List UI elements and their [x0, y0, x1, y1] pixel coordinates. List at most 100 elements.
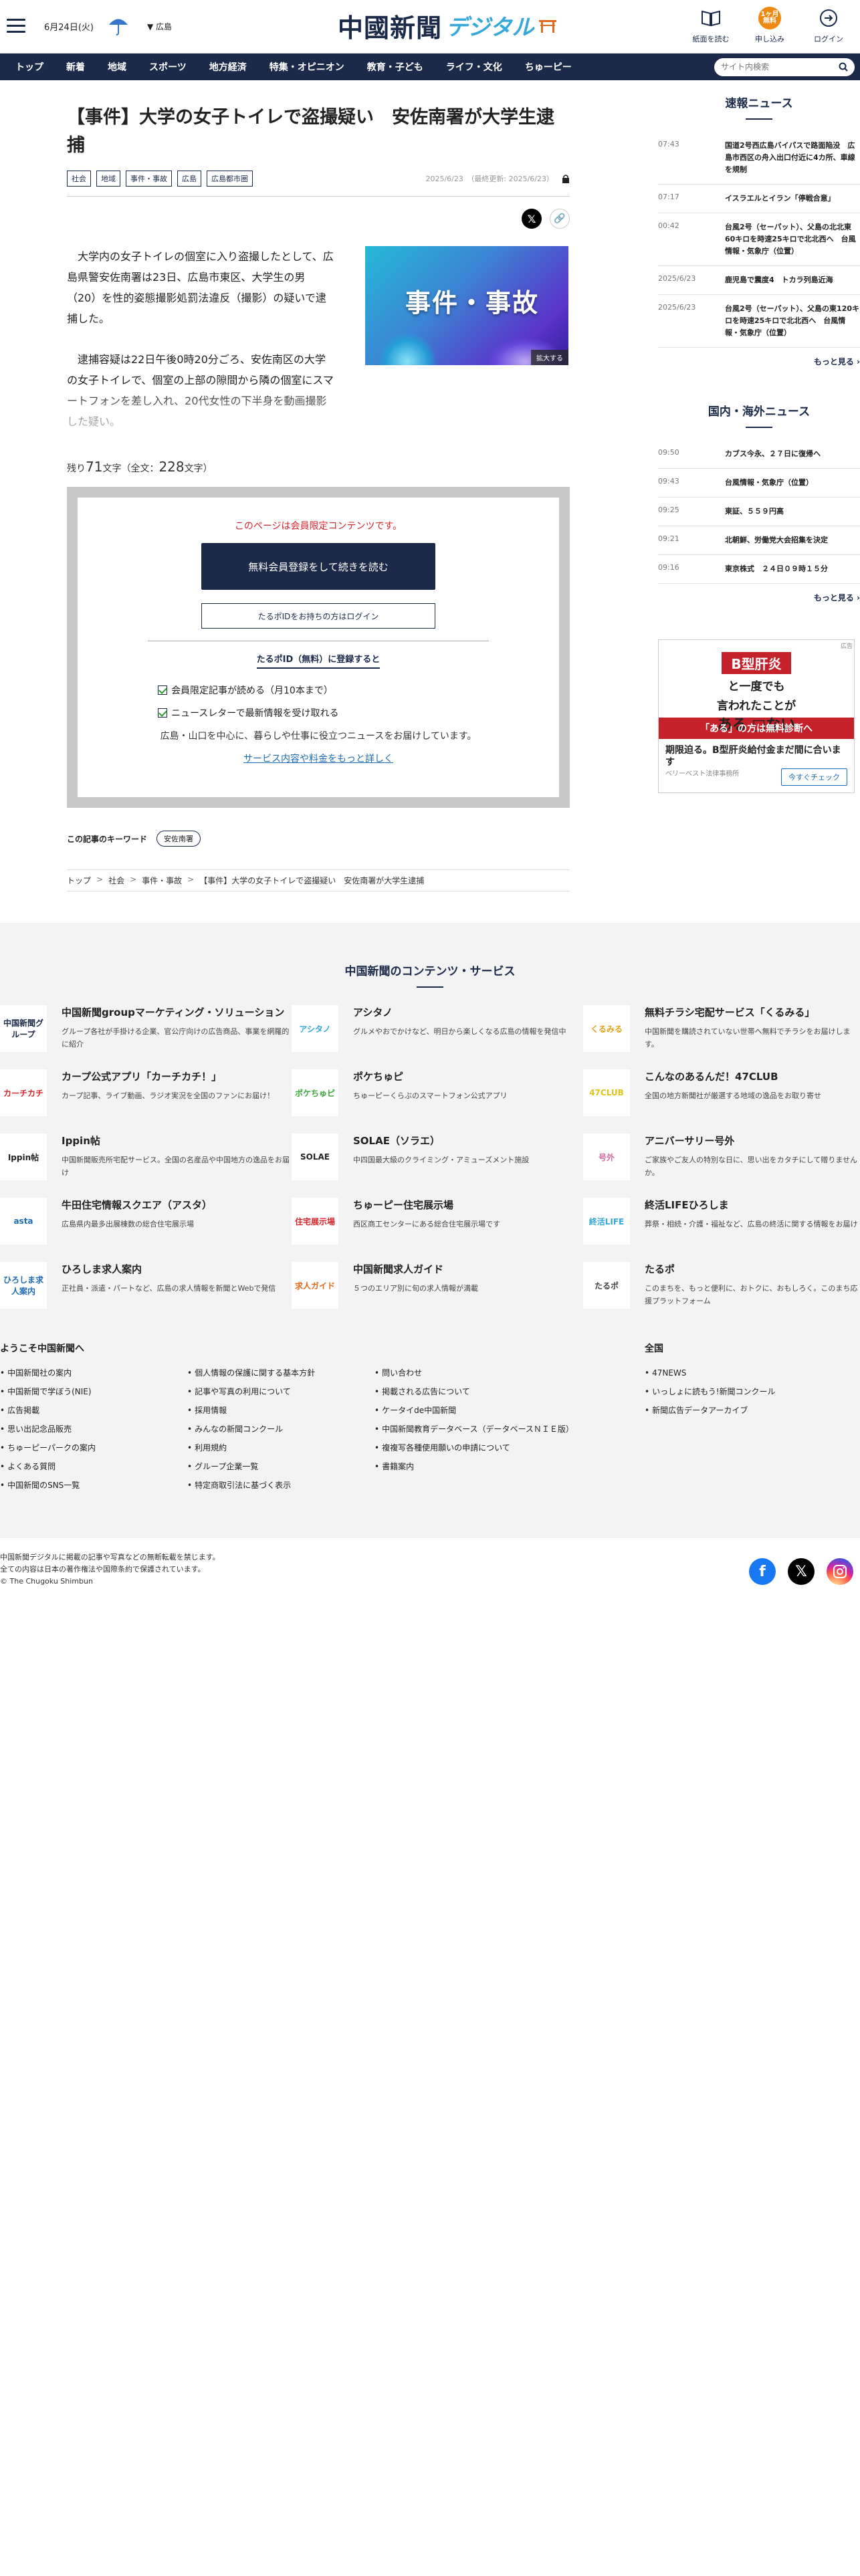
footer-link[interactable]: 利用規約	[187, 1438, 374, 1457]
service-item[interactable]: 住宅展示場 ちゅーピー住宅展示場 西区商工センターにある総合住宅展示場です	[292, 1198, 583, 1262]
service-item[interactable]: ポケちゅピ ポケちゅピ ちゅーピーくらぶのスマートフォン公式アプリ	[292, 1069, 583, 1134]
tag-item[interactable]: 事件・事故	[126, 171, 172, 187]
facebook-icon[interactable]: f	[749, 1558, 776, 1585]
instagram-icon[interactable]	[827, 1558, 853, 1585]
news-item[interactable]: 07:43 国道2号西広島バイパスで路面陥没 広島市西区の舟入出口付近に4カ所、車…	[658, 132, 860, 185]
footer-link[interactable]: 問い合わせ	[374, 1364, 645, 1382]
footer-link[interactable]: 複複写各種使用願いの申請について	[374, 1438, 645, 1457]
footer-link[interactable]: 中国新聞で学ぼう(NIE)	[0, 1382, 187, 1401]
news-item[interactable]: 09:25 東証、５５９円高	[658, 498, 860, 526]
footer-link[interactable]: グループ企業一覧	[187, 1457, 374, 1476]
footer-link[interactable]: みんなの新聞コンクール	[187, 1420, 374, 1438]
tag-item[interactable]: 社会	[67, 171, 91, 187]
location-selector[interactable]: ▼ 広島	[147, 21, 172, 32]
breadcrumb-item[interactable]: 社会	[108, 875, 124, 886]
service-item[interactable]: ひろしま求人案内 ひろしま求人案内 正社員・派遣・パートなど、広島の求人情報を新聞と…	[0, 1262, 292, 1326]
nav-chupy[interactable]: ちゅーピー	[514, 60, 583, 74]
ad-line: 言われたことが	[716, 700, 796, 713]
service-desc: このまちを、もっと便利に、おトクに、おもしろく。このまち応援プラットフォーム	[645, 1284, 858, 1305]
news-item[interactable]: 2025/6/23 台風2号（セーパット）、父島の東120キロを時速25キロで北北…	[658, 295, 860, 348]
nav-new[interactable]: 新着	[55, 60, 96, 74]
hamburger-menu-icon[interactable]	[7, 19, 25, 33]
world-more-link[interactable]: もっと見る ›	[658, 592, 860, 603]
service-item[interactable]: 中国新聞グループ 中国新聞groupマーケティング・ソリューション グループ各社が手…	[0, 1005, 292, 1069]
service-desc: カープ記事、ライブ動画、ラジオ実況を全国のファンにお届け！	[62, 1091, 275, 1100]
copy-link-icon[interactable]: 🔗	[550, 209, 570, 229]
footer-link[interactable]: 掲載される広告について	[374, 1382, 645, 1401]
news-item[interactable]: 2025/6/23 鹿児島で震度4 トカラ列島近海	[658, 266, 860, 295]
photo-image[interactable]: 事件・事故 拡大する	[365, 246, 568, 365]
ad-cta-button[interactable]: 今すぐチェック	[781, 768, 847, 786]
news-item[interactable]: 09:16 東京株式 ２４日０９時１５分	[658, 555, 860, 584]
service-item[interactable]: 求人ガイド 中国新聞求人ガイド ５つのエリア別に旬の求人情報が満載	[292, 1262, 583, 1326]
service-item[interactable]: asta 牛田住宅情報スクエア（アスタ） 広島県内最多出展棟数の総合住宅展示場	[0, 1198, 292, 1262]
nav-top[interactable]: トップ	[4, 60, 55, 74]
footer-link[interactable]: 思い出記念品販売	[0, 1420, 187, 1438]
breaking-more-link[interactable]: もっと見る ›	[658, 356, 860, 367]
footer-link[interactable]: いっしょに読もう!新聞コンクール	[645, 1382, 832, 1401]
login-button[interactable]: ログイン	[807, 7, 851, 44]
enlarge-button[interactable]: 拡大する	[531, 350, 568, 365]
header-date: 6月24日(火)	[44, 23, 94, 33]
news-item[interactable]: 09:21 北朝鮮、労働党大会招集を決定	[658, 526, 860, 555]
tag-item[interactable]: 地域	[96, 171, 120, 187]
nav-region[interactable]: 地域	[96, 60, 138, 74]
service-item[interactable]: 終活LIFE 終活LIFEひろしま 葬祭・相続・介護・福祉など、広島の終活に関する情…	[583, 1198, 860, 1262]
news-item[interactable]: 00:42 台風2号（セーパット）、父島の北北東60キロを時速25キロで北北西へ …	[658, 213, 860, 266]
tag-item[interactable]: 広島都市圏	[207, 171, 253, 187]
footer-link[interactable]: ケータイde中国新聞	[374, 1401, 645, 1420]
x-share-icon[interactable]: 𝕏	[522, 209, 542, 229]
search-input[interactable]	[721, 62, 839, 72]
footer-link[interactable]: 中国新聞のSNS一覧	[0, 1476, 187, 1495]
service-item[interactable]: たるポ たるポ このまちを、もっと便利に、おトクに、おもしろく。このまち応援プラット…	[583, 1262, 860, 1326]
footer-link[interactable]: 中国新聞教育データベース（データベースＮＩＥ版）	[374, 1420, 645, 1438]
news-item[interactable]: 09:43 台風情報・気象庁（位置）	[658, 469, 860, 498]
service-item[interactable]: 47CLUB こんなのあるんだ！47CLUB 全国の地方新聞社が厳選する地域の逸品を…	[583, 1069, 860, 1134]
footer-link[interactable]: 書籍案内	[374, 1457, 645, 1476]
service-item[interactable]: SOLAE SOLAE（ソラエ） 中四国最大級のクライミング・アミューズメント施設	[292, 1134, 583, 1198]
footer-link[interactable]: ちゅーピーパークの案内	[0, 1438, 187, 1457]
register-button[interactable]: 無料会員登録をして続きを読む	[201, 543, 435, 590]
service-item[interactable]: くるみる 無料チラシ宅配サービス「くるみる」 中国新聞を購読されていない世帯へ無料で…	[583, 1005, 860, 1069]
service-item[interactable]: アシタノ アシタノ グルメやおでかけなど、明日から楽しくなる広島の情報を発信中	[292, 1005, 583, 1069]
tag-item[interactable]: 広島	[177, 171, 201, 187]
breadcrumb-item[interactable]: 事件・事故	[142, 875, 182, 886]
breadcrumb-item[interactable]: トップ	[67, 875, 91, 886]
copyright: 中国新聞デジタルに掲載の記事や写真などの無断転載を禁じます。 全ての内容は日本の…	[0, 1551, 860, 1588]
service-item[interactable]: カーチカチ カープ公式アプリ「カーチカチ！」 カープ記事、ライブ動画、ラジオ実況を全…	[0, 1069, 292, 1134]
nav-opinion[interactable]: 特集・オピニオン	[258, 60, 356, 74]
taruo-login-button[interactable]: たるポIDをお持ちの方はログイン	[201, 603, 435, 629]
footer-link[interactable]: 広告掲載	[0, 1401, 187, 1420]
service-item[interactable]: 号外 アニバーサリー号外 ご家族やご友人の特別な日に、思い出をカタチにして贈りません…	[583, 1134, 860, 1198]
service-name: 牛田住宅情報スクエア（アスタ）	[62, 1199, 213, 1211]
nav-education[interactable]: 教育・子ども	[356, 60, 435, 74]
footer-link[interactable]: 新聞広告データアーカイブ	[645, 1401, 832, 1420]
nav-life[interactable]: ライフ・文化	[435, 60, 514, 74]
site-logo[interactable]: 中國新聞 デジタル	[338, 7, 558, 44]
news-item[interactable]: 07:17 イスラエルとイラン「停戦合意」	[658, 185, 860, 213]
footer-link[interactable]: よくある質問	[0, 1457, 187, 1476]
footer-link[interactable]: 47NEWS	[645, 1364, 832, 1382]
read-paper-button[interactable]: 紙面を読む	[689, 7, 733, 44]
search-icon[interactable]	[839, 62, 848, 72]
footer-link[interactable]: 個人情報の保護に関する基本方針	[187, 1364, 374, 1382]
nav-economy[interactable]: 地方経済	[198, 60, 258, 74]
service-details-link[interactable]: サービス内容や料金をもっと詳しく	[243, 752, 393, 765]
service-text: こんなのあるんだ！47CLUB 全国の地方新聞社が厳選する地域の逸品をお取り寄せ	[645, 1069, 821, 1134]
x-icon[interactable]: 𝕏	[788, 1558, 815, 1585]
footer-link[interactable]: 記事や写真の利用について	[187, 1382, 374, 1401]
service-name: 終活LIFEひろしま	[645, 1199, 729, 1211]
service-item[interactable]: Ippin帖 Ippin帖 中国新聞販売所宅配サービス。全国の名産品や中国地方の逸品…	[0, 1134, 292, 1198]
footer-link[interactable]: 特定商取引法に基づく表示	[187, 1476, 374, 1495]
footer-link[interactable]: 採用情報	[187, 1401, 374, 1420]
login-label: ログイン	[814, 35, 843, 43]
main-nav: トップ 新着 地域 スポーツ 地方経済 特集・オピニオン 教育・子ども ライフ・…	[0, 53, 860, 80]
service-name: SOLAE（ソラエ）	[353, 1135, 440, 1147]
article-photo[interactable]: 事件・事故 拡大する	[365, 246, 568, 447]
keyword-tag[interactable]: 安佐南署	[156, 831, 201, 847]
news-item[interactable]: 09:50 カブス今永、２７日に復帰へ	[658, 440, 860, 469]
nav-sports[interactable]: スポーツ	[138, 60, 198, 74]
advertisement[interactable]: 広告 B型肝炎 と一度でも 言われたことが ある □ない 「ある」の方は無料診断…	[658, 639, 855, 793]
footer-link[interactable]: 中国新聞社の案内	[0, 1364, 187, 1382]
subscribe-button[interactable]: 1ヶ月無料 申し込み	[748, 7, 792, 44]
